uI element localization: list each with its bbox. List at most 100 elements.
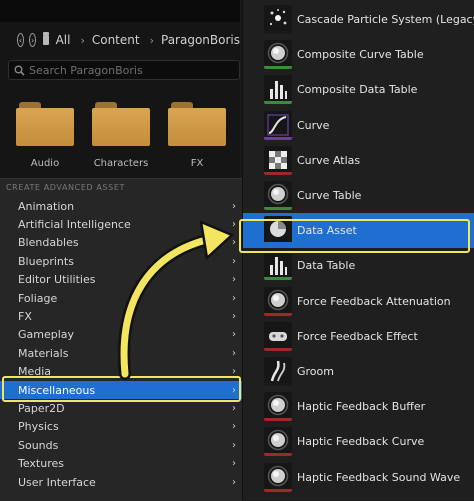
- category-blendables[interactable]: Blendables ›: [0, 234, 242, 252]
- chevron-right-icon: ›: [232, 366, 236, 378]
- category-miscellaneous[interactable]: Miscellaneous ›: [0, 380, 242, 400]
- category-label: Physics: [18, 420, 59, 434]
- sphere-icon: [264, 181, 292, 210]
- chevron-right-icon: ›: [232, 292, 236, 304]
- category-label: Textures: [18, 457, 64, 471]
- search-input[interactable]: [29, 63, 229, 77]
- category-label: Sounds: [18, 438, 59, 452]
- chevron-right-icon: ›: [232, 384, 236, 396]
- folder-icon: [16, 100, 74, 146]
- asset-label: Force Feedback Effect: [297, 329, 418, 343]
- breadcrumb-paragonboris[interactable]: ParagonBoris: [161, 33, 240, 47]
- category-label: Editor Utilities: [18, 273, 96, 287]
- chevron-right-icon: ›: [232, 274, 236, 286]
- particle-icon: [264, 5, 292, 34]
- folder-label: Characters: [93, 158, 149, 169]
- category-user-interface[interactable]: User Interface ›: [0, 473, 242, 491]
- asset-haptic-feedback-buffer[interactable]: Haptic Feedback Buffer: [243, 389, 474, 424]
- asset-curve[interactable]: Curve: [243, 108, 474, 143]
- breadcrumb-all[interactable]: All: [56, 33, 71, 47]
- bar-chart-icon: [264, 251, 292, 281]
- category-paper2d[interactable]: Paper2D ›: [0, 399, 242, 417]
- groom-icon: [264, 357, 292, 386]
- asset-data-table[interactable]: Data Table: [243, 248, 474, 283]
- asset-label: Haptic Feedback Buffer: [297, 400, 426, 414]
- asset-label: Haptic Feedback Sound Wave: [297, 470, 461, 484]
- asset-label: Data Asset: [297, 224, 357, 238]
- category-materials[interactable]: Materials ›: [0, 344, 242, 362]
- chevron-right-icon[interactable]: ›: [80, 34, 84, 47]
- asset-cascade-particle-system-legacy[interactable]: Cascade Particle System (Legacy): [243, 2, 474, 37]
- search-box[interactable]: [8, 60, 240, 80]
- category-label: Blendables: [18, 236, 79, 250]
- category-label: Animation: [18, 199, 75, 213]
- asset-force-feedback-effect[interactable]: Force Feedback Effect: [243, 319, 474, 354]
- category-textures[interactable]: Textures ›: [0, 454, 242, 472]
- category-label: Artificial Intelligence: [18, 218, 131, 232]
- asset-data-asset[interactable]: Data Asset: [243, 213, 474, 249]
- sphere-icon: [264, 286, 292, 316]
- asset-label: Groom: [297, 365, 334, 378]
- asset-label: Composite Data Table: [297, 83, 418, 97]
- asset-composite-curve-table[interactable]: Composite Curve Table: [243, 37, 474, 72]
- folder-tiles: Audio Characters FX: [0, 92, 240, 172]
- asset-haptic-feedback-curve[interactable]: Haptic Feedback Curve: [243, 424, 474, 459]
- folder-icon: [168, 100, 226, 146]
- asset-haptic-feedback-sound-wave[interactable]: Haptic Feedback Sound Wave: [243, 460, 474, 495]
- asset-curve-atlas[interactable]: Curve Atlas: [243, 143, 474, 178]
- chevron-right-icon: ›: [232, 311, 236, 323]
- asset-composite-data-table[interactable]: Composite Data Table: [243, 72, 474, 107]
- chevron-right-icon: ›: [232, 255, 236, 267]
- chevron-right-icon: ›: [232, 329, 236, 341]
- category-label: Gameplay: [18, 328, 75, 342]
- category-label: Foliage: [18, 291, 58, 305]
- browser-toolbar: [0, 0, 240, 22]
- asset-label: Haptic Feedback Curve: [297, 435, 425, 449]
- create-advanced-asset-menu: CREATE ADVANCED ASSET Animation › Artifici…: [0, 178, 242, 501]
- asset-label: Composite Curve Table: [297, 48, 424, 62]
- category-media[interactable]: Media ›: [0, 363, 242, 381]
- category-physics[interactable]: Physics ›: [0, 418, 242, 436]
- chevron-right-icon: ›: [232, 219, 236, 231]
- category-blueprints[interactable]: Blueprints ›: [0, 252, 242, 270]
- category-foliage[interactable]: Foliage ›: [0, 289, 242, 307]
- asset-label: Force Feedback Attenuation: [297, 294, 451, 308]
- asset-label: Data Table: [297, 259, 356, 273]
- category-sounds[interactable]: Sounds ›: [0, 436, 242, 454]
- chevron-right-icon: ›: [232, 347, 236, 359]
- chevron-right-icon: ›: [232, 458, 236, 470]
- folder-icon: [92, 100, 150, 146]
- folder-label: Audio: [30, 158, 60, 169]
- asset-label: Cascade Particle System (Legacy): [297, 13, 474, 26]
- forward-icon[interactable]: ›: [29, 33, 37, 47]
- folder-icon[interactable]: [43, 32, 50, 45]
- checker-icon: [264, 145, 292, 175]
- section-title: CREATE ADVANCED ASSET: [6, 183, 125, 192]
- asset-groom[interactable]: Groom: [243, 354, 474, 389]
- chevron-right-icon[interactable]: ›: [150, 34, 154, 47]
- category-label: Blueprints: [18, 254, 74, 268]
- sphere-icon: [264, 40, 292, 70]
- back-icon[interactable]: ‹: [17, 33, 25, 47]
- sphere-icon: [264, 462, 292, 492]
- breadcrumb-content[interactable]: Content: [92, 33, 140, 47]
- asset-label: Curve Atlas: [297, 153, 361, 167]
- chevron-right-icon: ›: [232, 402, 236, 414]
- pie-icon: [264, 216, 292, 246]
- category-label: Paper2D: [18, 401, 65, 415]
- chevron-right-icon: ›: [232, 439, 236, 451]
- category-label: User Interface: [18, 475, 96, 489]
- category-animation[interactable]: Animation ›: [0, 197, 242, 215]
- category-label: Media: [18, 365, 52, 379]
- category-label: Miscellaneous: [18, 383, 96, 397]
- chevron-right-icon: ›: [232, 421, 236, 433]
- category-fx[interactable]: FX ›: [0, 307, 242, 325]
- sphere-icon: [264, 427, 292, 457]
- curve-icon: [264, 110, 292, 140]
- asset-curve-table[interactable]: Curve Table: [243, 178, 474, 213]
- category-gameplay[interactable]: Gameplay ›: [0, 326, 242, 344]
- asset-force-feedback-attenuation[interactable]: Force Feedback Attenuation: [243, 284, 474, 319]
- search-icon: [14, 65, 25, 76]
- category-editor-utilities[interactable]: Editor Utilities ›: [0, 271, 242, 289]
- category-artificial-intelligence[interactable]: Artificial Intelligence ›: [0, 215, 242, 233]
